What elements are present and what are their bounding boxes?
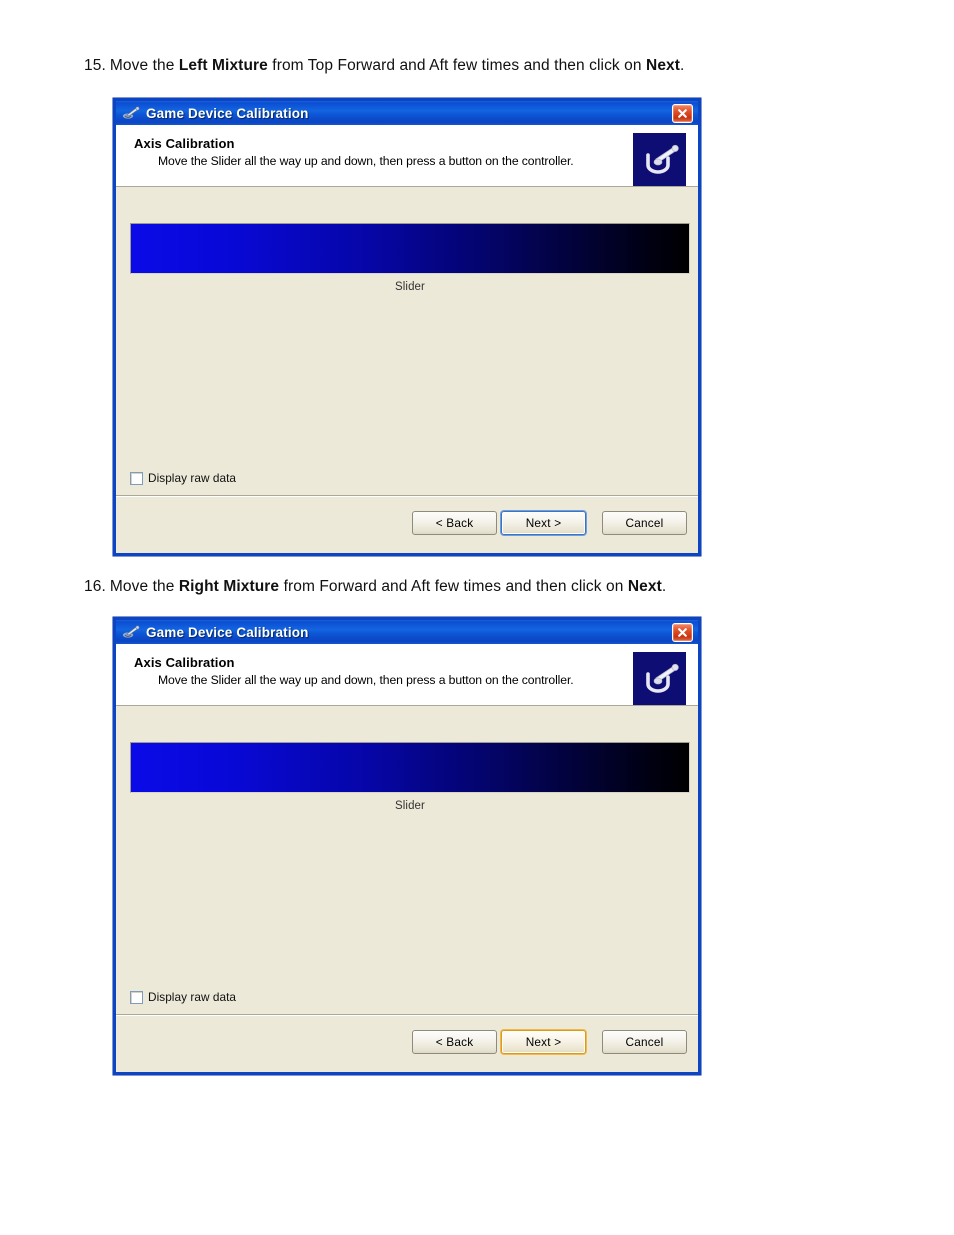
axis-meter-group: Slider (130, 223, 690, 293)
display-raw-data-label: Display raw data (148, 471, 237, 485)
display-raw-data-label: Display raw data (148, 990, 237, 1004)
step-bold-action: Next (646, 57, 681, 74)
dialog-footer: < Back Next > Cancel (116, 495, 698, 550)
step-text-middle: from Top Forward and Aft few times and t… (267, 57, 647, 74)
dialog-body: Slider Display raw data (116, 187, 698, 495)
dialog-footer: < Back Next > Cancel (116, 1014, 698, 1069)
dialog-titlebar: Game Device Calibration (113, 617, 701, 644)
step-text-lead: Move the (109, 578, 179, 595)
step-bold-term: Left Mixture (178, 57, 268, 74)
slider-axis-meter (130, 223, 690, 274)
next-button[interactable]: Next > (501, 511, 586, 535)
page-description: Move the Slider all the way up and down,… (158, 154, 574, 168)
slider-axis-meter (130, 742, 690, 793)
dialog-titlebar: Game Device Calibration (113, 98, 701, 125)
step-text-middle: from Forward and Aft few times and then … (279, 578, 628, 595)
dialog-title: Game Device Calibration (146, 105, 309, 121)
page-title: Axis Calibration (134, 136, 235, 151)
game-device-calibration-dialog: Game Device Calibration Axis Calibration… (113, 617, 701, 1075)
display-raw-data-checkbox[interactable] (130, 990, 143, 1004)
cancel-button[interactable]: Cancel (602, 511, 687, 535)
dialog-header-texts: Axis Calibration Move the Slider all the… (134, 653, 633, 687)
step-bold-action: Next (627, 578, 662, 595)
axis-meter-group: Slider (130, 742, 690, 812)
dialog-body: Slider Display raw data (116, 706, 698, 1014)
instruction-step-15: 15. Move the Left Mixture from Top Forwar… (84, 57, 884, 75)
next-button[interactable]: Next > (501, 1030, 586, 1054)
instruction-step-16: 16. Move the Right Mixture from Forward a… (84, 578, 884, 596)
back-button[interactable]: < Back (412, 511, 497, 535)
game-device-calibration-dialog: Game Device Calibration Axis Calibration… (113, 98, 701, 556)
display-raw-data-row[interactable]: Display raw data (130, 471, 236, 485)
back-button[interactable]: < Back (412, 1030, 497, 1054)
slider-axis-label: Slider (394, 281, 425, 293)
joystick-illustration-icon (633, 133, 686, 186)
step-number: 16. (84, 578, 106, 595)
dialog-title: Game Device Calibration (146, 624, 309, 640)
step-text-lead: Move the (109, 57, 179, 74)
joystick-icon (122, 624, 140, 640)
cancel-button[interactable]: Cancel (602, 1030, 687, 1054)
page-description: Move the Slider all the way up and down,… (158, 673, 574, 687)
step-bold-term: Right Mixture (178, 578, 280, 595)
dialog-header-texts: Axis Calibration Move the Slider all the… (134, 134, 633, 168)
step-text-end: . (661, 578, 667, 595)
dialog-header: Axis Calibration Move the Slider all the… (116, 644, 698, 706)
close-icon[interactable] (672, 103, 693, 123)
display-raw-data-row[interactable]: Display raw data (130, 990, 236, 1004)
step-text-end: . (680, 57, 685, 74)
page-title: Axis Calibration (134, 655, 235, 670)
slider-axis-label: Slider (394, 800, 425, 812)
joystick-illustration-icon (633, 652, 686, 705)
dialog-header: Axis Calibration Move the Slider all the… (116, 125, 698, 187)
display-raw-data-checkbox[interactable] (130, 471, 143, 485)
step-number: 15. (84, 57, 106, 74)
close-icon[interactable] (672, 622, 693, 642)
joystick-icon (122, 105, 140, 121)
